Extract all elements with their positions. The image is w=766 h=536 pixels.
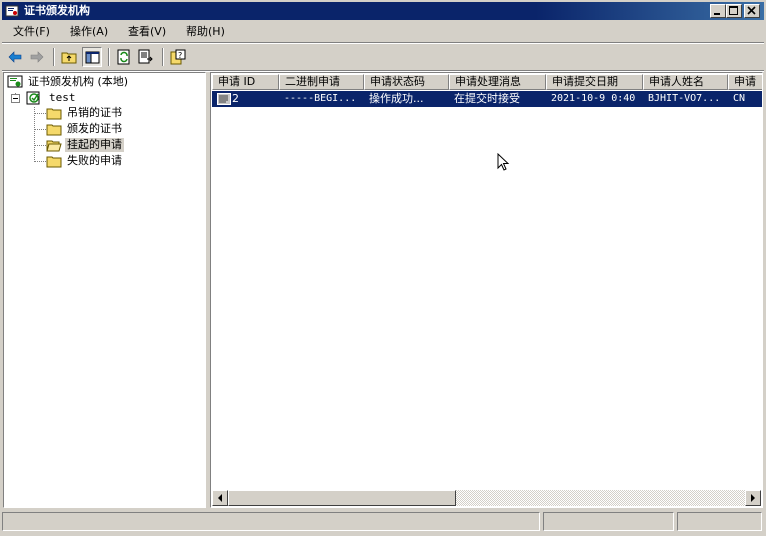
toolbar-separator [53,48,55,66]
menu-view[interactable]: 查看(V) [126,25,168,39]
up-folder-icon [61,52,77,64]
tree-item-label: 颁发的证书 [67,122,122,135]
column-header-request-id[interactable]: 申请 ID [212,74,279,90]
app-window: 证书颁发机构 文件(F) 操作(A) 查看(V) 帮助(H) ? 证书颁发机构 … [0,0,766,536]
help-button[interactable]: ? [168,47,188,67]
scroll-thumb[interactable] [228,490,456,506]
horizontal-scrollbar[interactable] [212,490,761,506]
console-tree[interactable]: 证书颁发机构 (本地) test 吊销的证书 颁发的证书 挂起的申请 失败的申请 [3,72,206,508]
cell-request-id: 2 [232,92,239,105]
show-hide-tree-icon [85,51,100,64]
menu-help[interactable]: 帮助(H) [184,25,227,39]
tree-line [34,113,46,114]
tree-line [34,107,35,160]
tree-node-ca[interactable]: test [11,90,191,106]
cell-submission-date: 2021-10-9 0:40 [551,93,636,104]
minimize-button[interactable] [710,4,726,18]
close-icon [747,6,756,15]
tree-root-label: 证书颁发机构 (本地) [28,75,129,88]
tree-item-label: 挂起的申请 [65,138,124,152]
column-header-submission-date[interactable]: 申请提交日期 [546,74,643,90]
status-pane-3 [677,512,762,531]
column-header-binary-request[interactable]: 二进制申请 [279,74,364,90]
export-list-button[interactable] [136,47,156,67]
close-button[interactable] [744,4,760,18]
svg-text:?: ? [178,51,182,60]
toolbar-separator [162,48,164,66]
tree-line [34,145,46,146]
list-header: 申请 ID 二进制申请 申请状态码 申请处理消息 申请提交日期 申请人姓名 申请 [212,74,762,90]
folder-icon [46,154,62,172]
column-header-request-more[interactable]: 申请 [728,74,762,90]
status-bar [2,512,764,532]
title-bar[interactable]: 证书颁发机构 [2,2,764,20]
help-icon: ? [170,49,186,65]
maximize-icon [729,6,738,15]
column-header-requester-name[interactable]: 申请人姓名 [643,74,728,90]
status-pane-2 [543,512,674,531]
table-row[interactable]: 2 -----BEGI... 操作成功... 在提交时接受 2021-10-9 … [212,91,762,107]
scroll-right-button[interactable] [745,490,761,506]
menu-action[interactable]: 操作(A) [68,25,110,39]
toolbar-separator [108,48,110,66]
forward-arrow-icon [30,51,44,63]
show-hide-tree-button[interactable] [82,47,102,67]
column-header-status-code[interactable]: 申请状态码 [364,74,449,90]
cell-status-code: 操作成功... [369,92,424,105]
cell-request-more: CN [733,93,746,104]
maximize-button[interactable] [726,4,742,18]
cell-disposition-message: 在提交时接受 [454,92,520,105]
cell-binary-request: -----BEGI... [284,93,357,104]
refresh-button[interactable] [114,47,134,67]
forward-button[interactable] [27,47,47,67]
cell-requester-name: BJHIT-VO7... [648,93,721,104]
minimize-icon [714,13,720,15]
certificate-authority-icon [5,4,19,18]
status-pane-main [2,512,540,531]
results-list[interactable]: 申请 ID 二进制申请 申请状态码 申请处理消息 申请提交日期 申请人姓名 申请… [210,72,763,508]
window-title: 证书颁发机构 [24,4,90,17]
column-header-disposition-message[interactable]: 申请处理消息 [449,74,546,90]
menu-file[interactable]: 文件(F) [11,25,52,39]
ca-server-icon [26,91,42,109]
tree-ca-label: test [49,91,76,104]
arrow-right-icon [751,494,755,502]
collapse-toggle[interactable] [11,94,20,103]
scroll-left-button[interactable] [212,490,228,506]
up-one-level-button[interactable] [59,47,79,67]
tree-item-label: 吊销的证书 [67,106,122,119]
tree-line [34,161,46,162]
mouse-cursor-icon [497,153,510,171]
toolbar: ? [2,44,764,70]
refresh-icon [117,49,130,65]
export-list-icon [138,49,153,64]
back-arrow-icon [8,51,22,63]
arrow-left-icon [218,494,222,502]
menu-bar: 文件(F) 操作(A) 查看(V) 帮助(H) [2,22,764,42]
tree-line [34,129,46,130]
back-button[interactable] [5,47,25,67]
tree-item-label: 失败的申请 [67,154,122,167]
